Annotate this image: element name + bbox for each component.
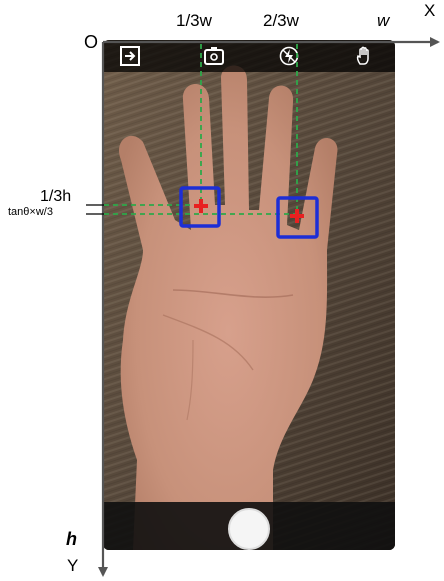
marker-cross-right [290,209,304,223]
marker-cross-left [194,199,208,213]
coordinate-overlay [86,37,440,577]
